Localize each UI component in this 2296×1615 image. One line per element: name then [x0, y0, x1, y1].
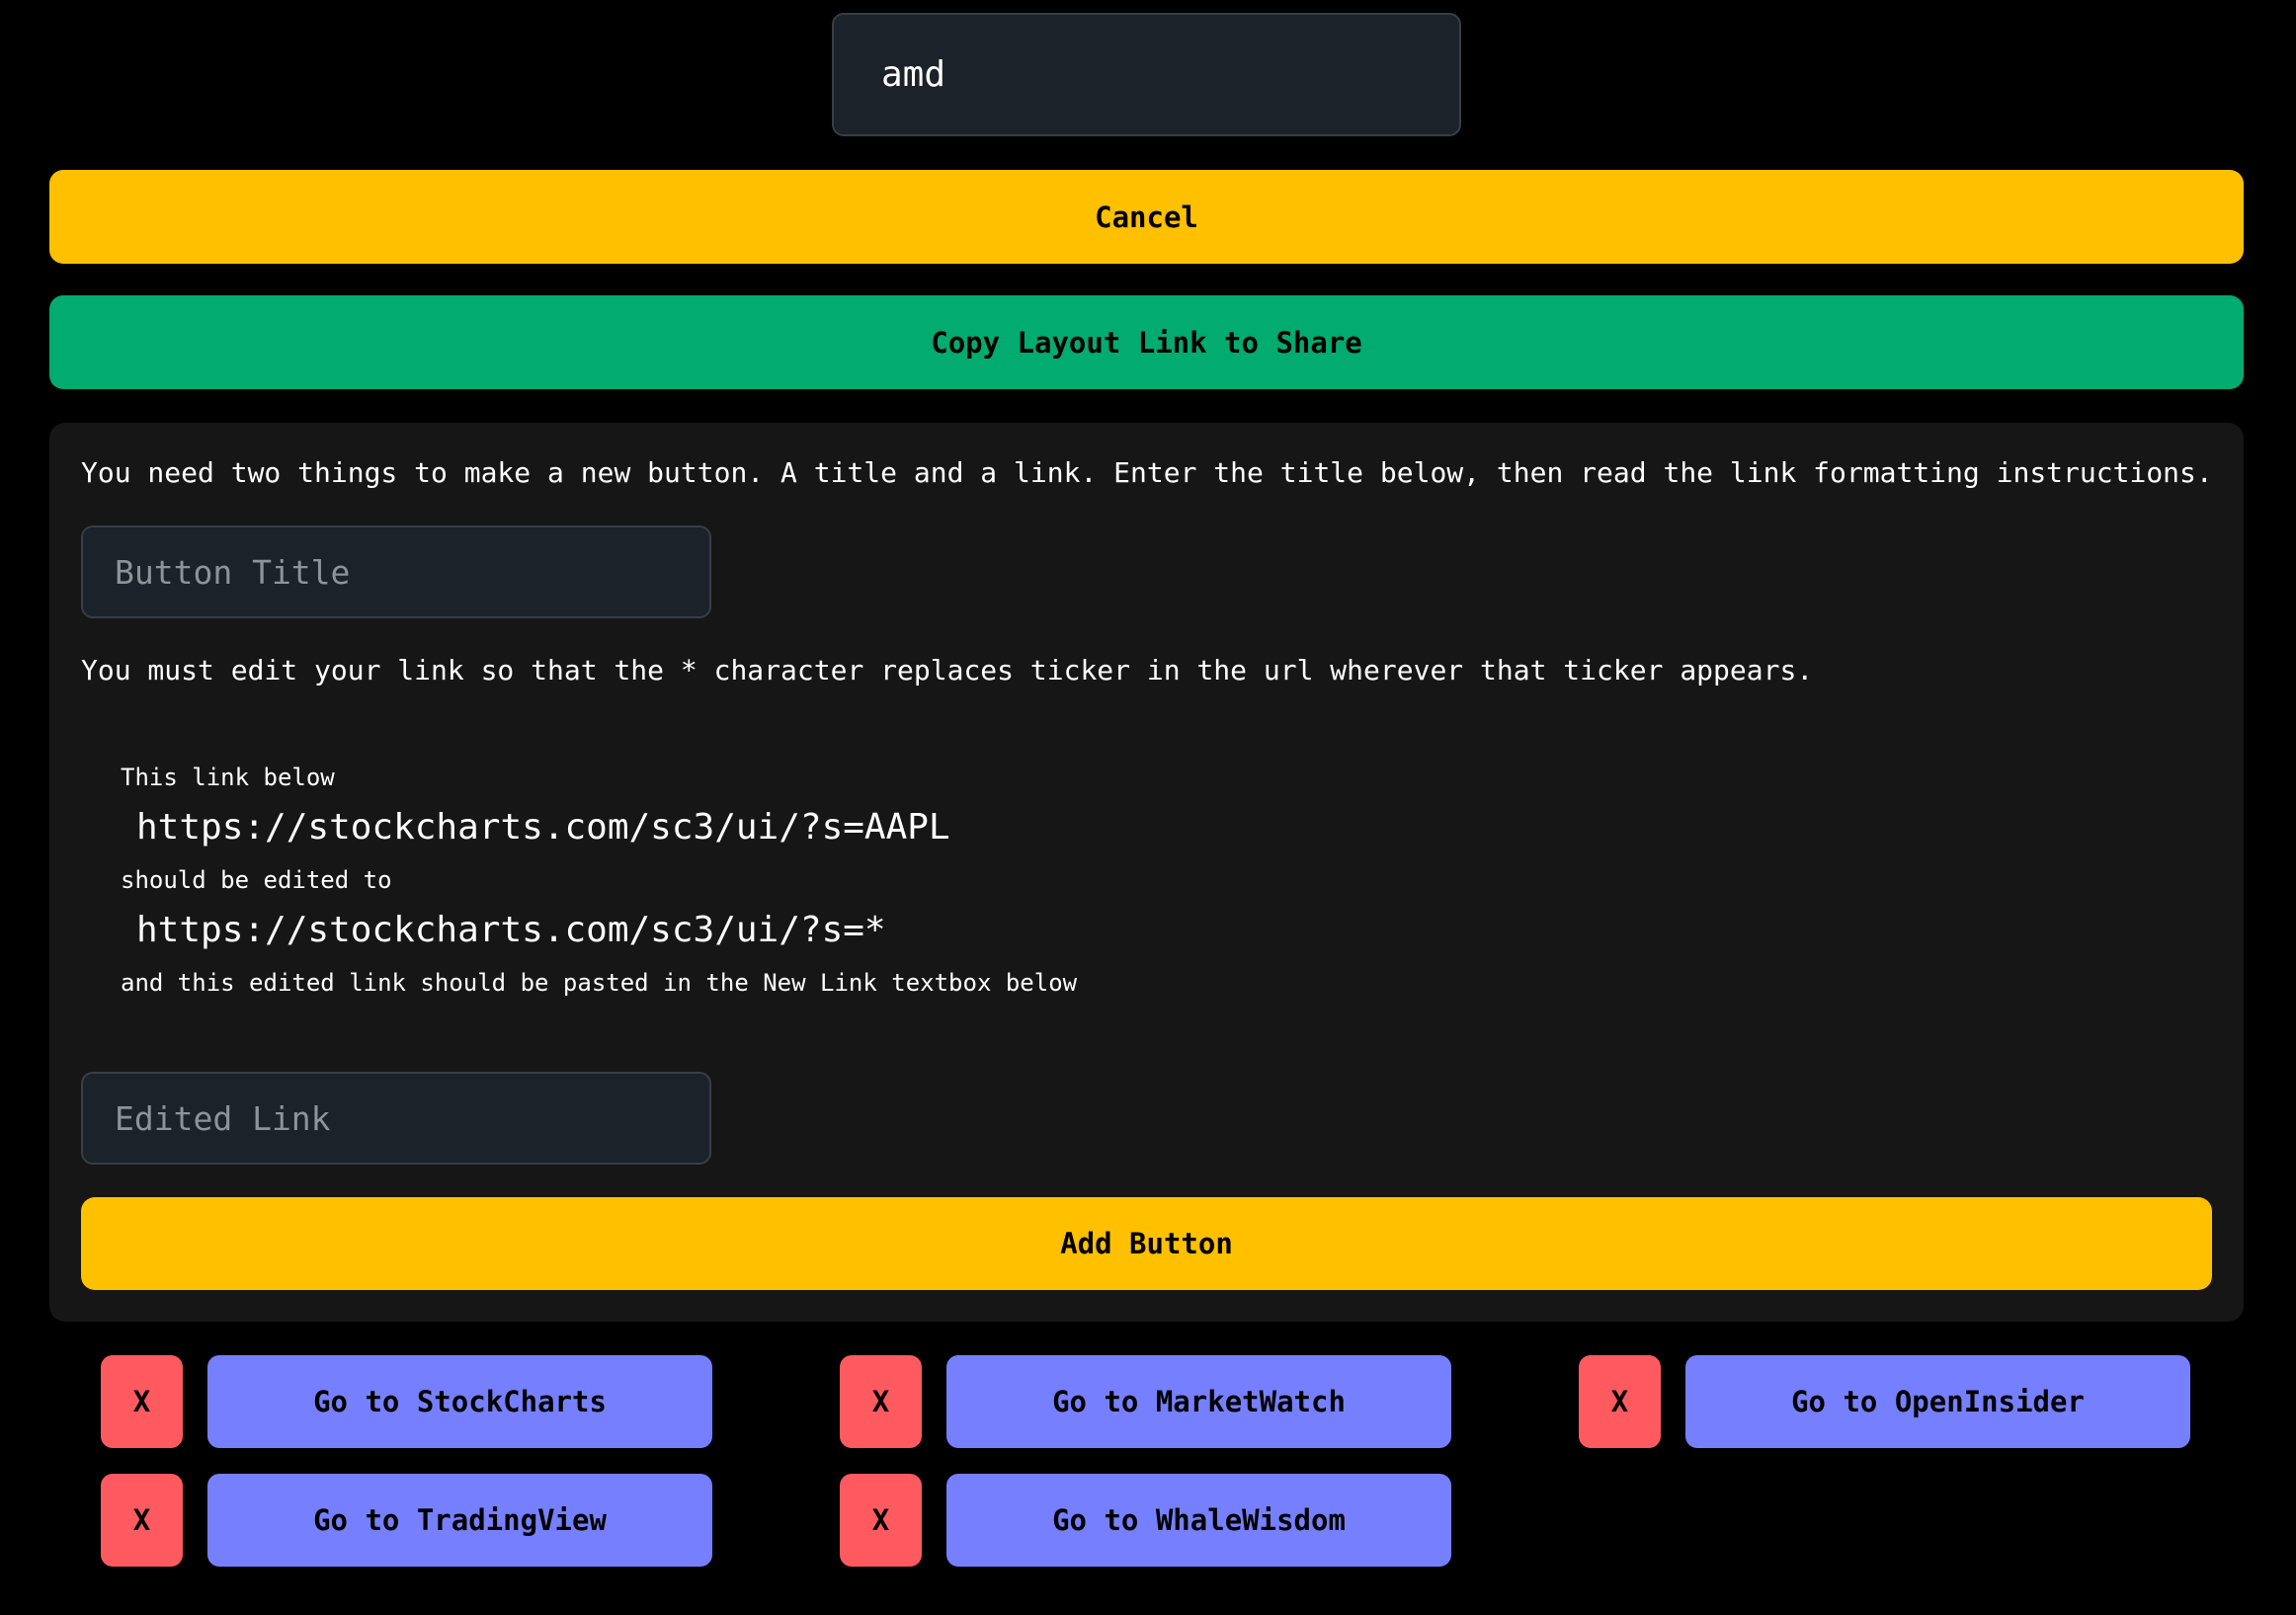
- example-label-2: should be edited to: [121, 866, 392, 894]
- example-label-1: This link below: [121, 764, 335, 791]
- instructions-text: You must edit your link so that the * ch…: [81, 654, 1814, 686]
- cancel-button[interactable]: Cancel: [49, 170, 2244, 264]
- link-button[interactable]: Go to OpenInsider: [1685, 1355, 2190, 1448]
- example-label-3: and this edited link should be pasted in…: [121, 969, 1078, 997]
- add-button[interactable]: Add Button: [81, 1197, 2212, 1290]
- new-button-form: You need two things to make a new button…: [49, 423, 2244, 1322]
- copy-layout-link-button[interactable]: Copy Layout Link to Share: [49, 295, 2244, 389]
- intro-text: You need two things to make a new button…: [81, 456, 2213, 489]
- link-button[interactable]: Go to TradingView: [207, 1474, 712, 1567]
- link-button[interactable]: Go to StockCharts: [207, 1355, 712, 1448]
- example-url-after: https://stockcharts.com/sc3/ui/?s=*: [136, 910, 886, 950]
- delete-link-button[interactable]: X: [840, 1355, 922, 1448]
- delete-link-button[interactable]: X: [101, 1355, 183, 1448]
- example-url-before: https://stockcharts.com/sc3/ui/?s=AAPL: [136, 807, 950, 848]
- delete-link-button[interactable]: X: [1579, 1355, 1661, 1448]
- link-button[interactable]: Go to MarketWatch: [946, 1355, 1451, 1448]
- ticker-input[interactable]: [832, 13, 1461, 136]
- delete-link-button[interactable]: X: [101, 1474, 183, 1567]
- link-button[interactable]: Go to WhaleWisdom: [946, 1474, 1451, 1567]
- edited-link-input[interactable]: [81, 1072, 711, 1165]
- delete-link-button[interactable]: X: [840, 1474, 922, 1567]
- button-title-input[interactable]: [81, 525, 711, 618]
